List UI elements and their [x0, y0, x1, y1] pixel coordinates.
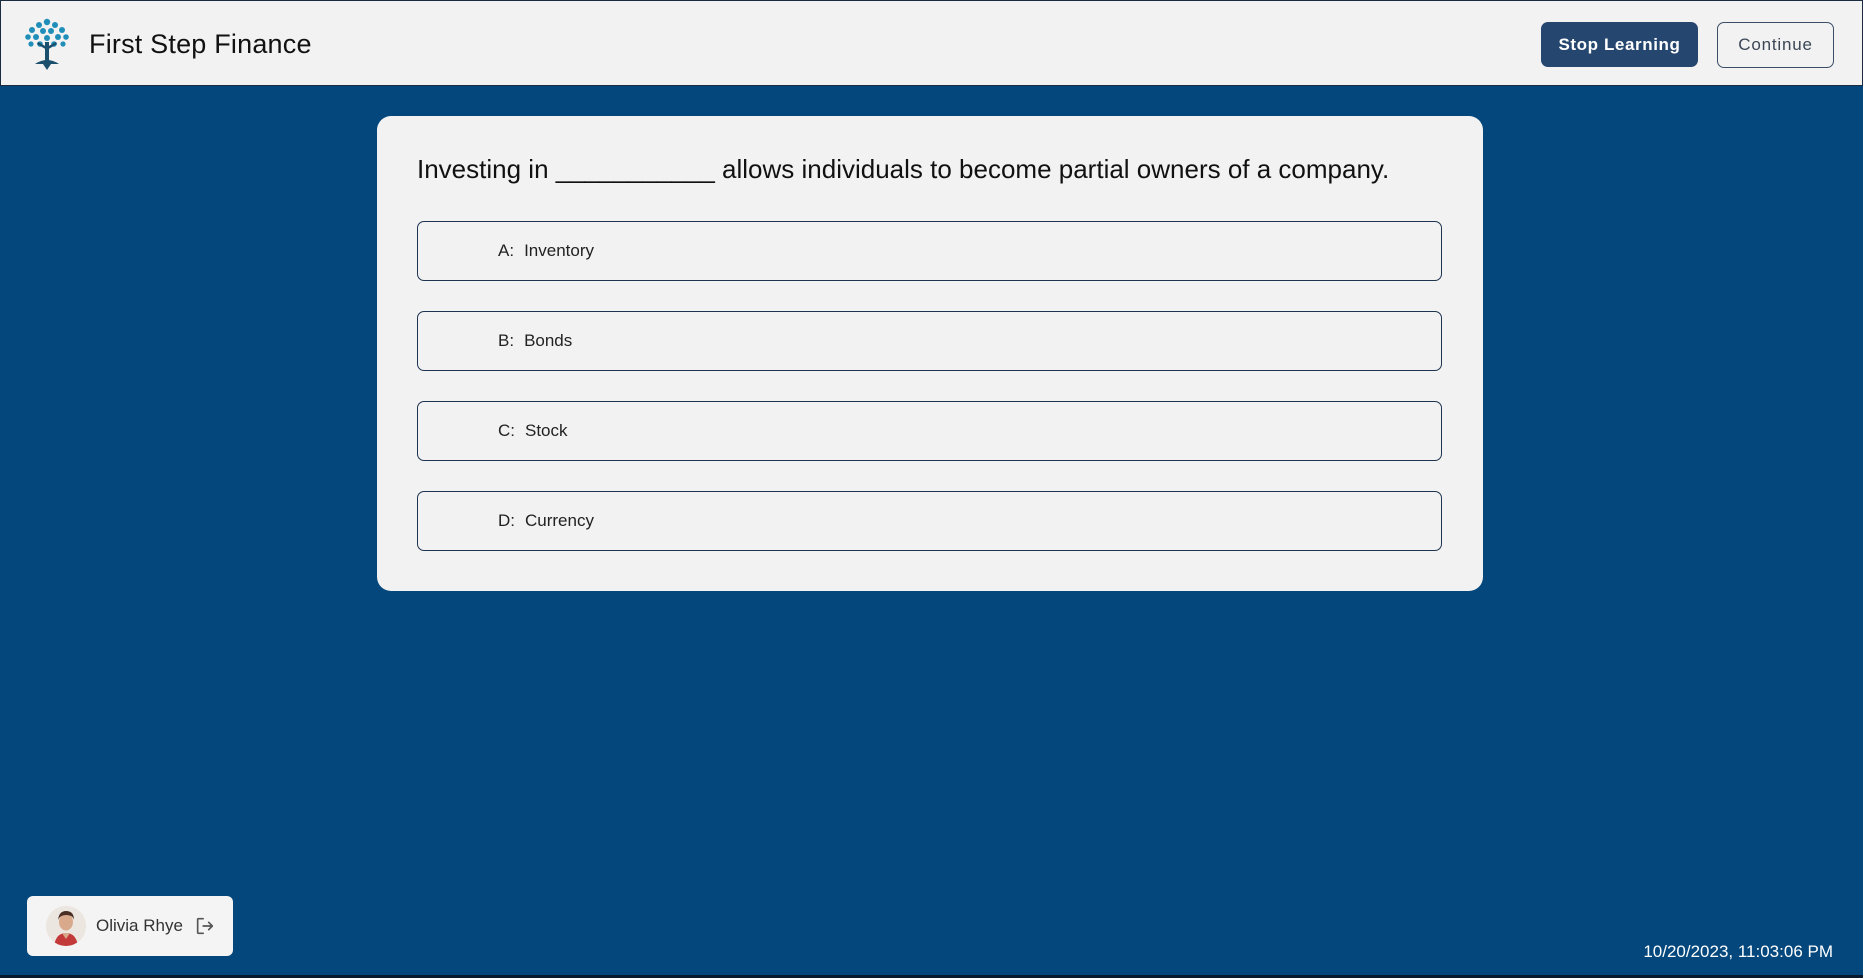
option-label: Inventory	[524, 241, 594, 260]
option-letter: A:	[498, 241, 515, 260]
user-name: Olivia Rhye	[96, 916, 183, 935]
option-letter: C:	[498, 421, 515, 440]
option-label: Currency	[525, 511, 594, 530]
timestamp: 10/20/2023, 11:03:06 PM	[1643, 942, 1833, 961]
option-letter: D:	[498, 511, 515, 530]
brand[interactable]: First Step Finance	[21, 17, 312, 71]
option-d[interactable]: D: Currency	[417, 491, 1442, 551]
option-label: Stock	[525, 421, 568, 440]
user-profile-chip[interactable]: Olivia Rhye	[27, 896, 233, 956]
brand-name: First Step Finance	[89, 28, 312, 59]
logout-icon[interactable]	[194, 915, 216, 937]
tree-icon	[25, 18, 69, 70]
avatar	[46, 906, 86, 946]
option-c[interactable]: C: Stock	[417, 401, 1442, 461]
question-card: Investing in ___________ allows individu…	[377, 116, 1483, 591]
continue-button[interactable]: Continue	[1717, 22, 1834, 68]
option-label: Bonds	[524, 331, 573, 350]
question-text: Investing in ___________ allows individu…	[417, 154, 1390, 184]
option-b[interactable]: B: Bonds	[417, 311, 1442, 371]
stop-learning-button[interactable]: Stop Learning	[1541, 22, 1698, 67]
top-navbar: First Step Finance Stop Learning Continu…	[0, 0, 1863, 86]
option-a[interactable]: A: Inventory	[417, 221, 1442, 281]
option-letter: B:	[498, 331, 515, 350]
